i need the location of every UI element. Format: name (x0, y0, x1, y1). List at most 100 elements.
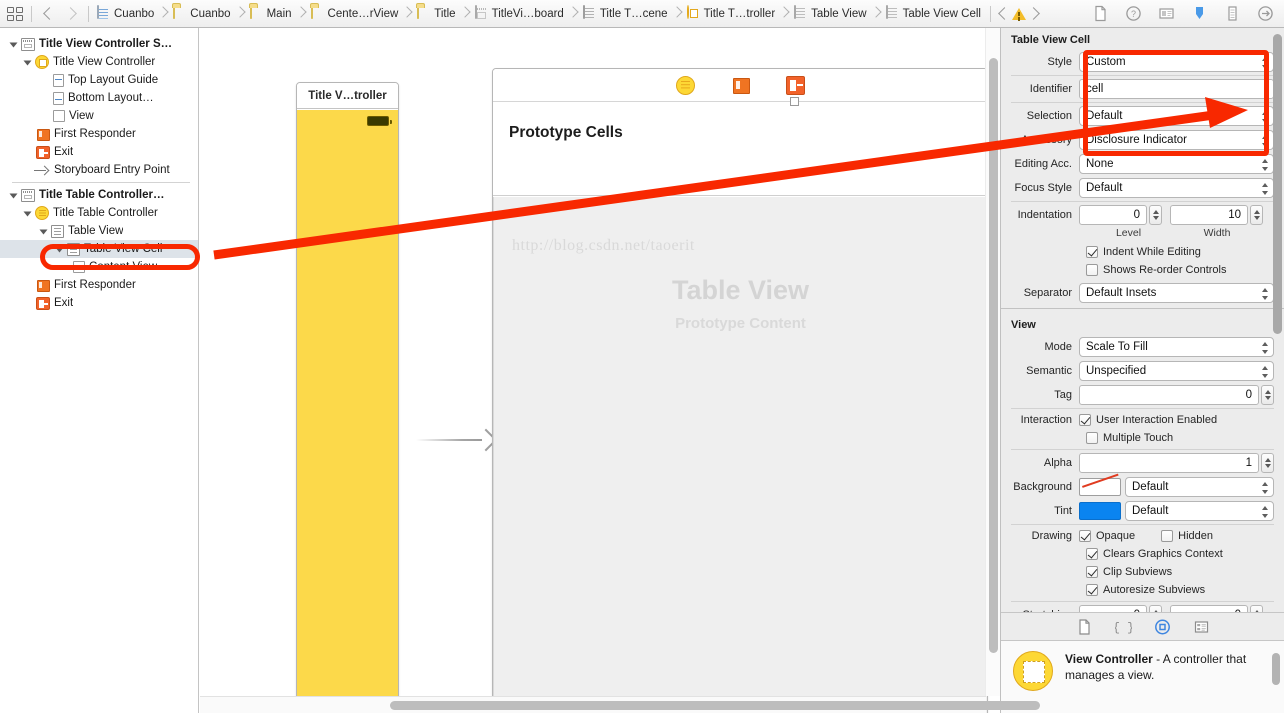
breadcrumb-item-main[interactable]: Main (249, 0, 293, 28)
separator-popup[interactable]: Default Insets (1079, 283, 1274, 303)
breadcrumb-item-table-view-cell[interactable]: Table View Cell (885, 0, 982, 28)
indentation-level-stepper[interactable] (1149, 205, 1162, 225)
tint-color-well[interactable] (1079, 502, 1121, 520)
style-popup[interactable]: Custom (1079, 52, 1274, 72)
selection-popup[interactable]: Default (1079, 106, 1274, 126)
field-alpha[interactable]: Alpha 1 (1001, 452, 1284, 474)
checkbox-shows-reorder-controls[interactable]: Shows Re-order Controls (1001, 261, 1284, 279)
table-view-prototype-content[interactable]: http://blog.csdn.net/taoerit Table View … (493, 197, 987, 713)
checkbox-indent-while-editing[interactable]: Indent While Editing (1001, 243, 1284, 261)
quick-help-icon[interactable]: ? (1125, 5, 1142, 22)
field-editing-accessory[interactable]: Editing Acc. None (1001, 153, 1284, 175)
alpha-stepper[interactable] (1261, 453, 1274, 473)
indentation-width-stepper[interactable] (1250, 205, 1263, 225)
object-library-pane[interactable]: View Controller - A controller that mana… (1001, 640, 1284, 713)
scrollbar-thumb[interactable] (390, 701, 1040, 710)
field-semantic[interactable]: Semantic Unspecified (1001, 360, 1284, 382)
attributes-inspector-icon[interactable] (1191, 5, 1208, 22)
library-scrollbar-thumb[interactable] (1272, 653, 1280, 685)
checkbox-icon[interactable] (1086, 246, 1098, 258)
issue-previous-chevron-icon[interactable] (997, 7, 1012, 20)
field-identifier[interactable]: Identifier cell (1001, 78, 1284, 100)
indentation-level-input[interactable]: 0 (1079, 205, 1147, 225)
forward-chevron-icon[interactable] (60, 7, 81, 20)
breadcrumb-item-title[interactable]: Title (416, 0, 456, 28)
media-library-icon[interactable] (1193, 619, 1210, 634)
prototype-cell[interactable]: Prototype Cells (493, 97, 987, 196)
checkbox-clears-graphics-context[interactable]: Clears Graphics Context (1001, 545, 1284, 563)
checkbox-drawing-opaque[interactable]: Drawing Opaque Hidden (1001, 527, 1284, 545)
view-controller-dock-icon[interactable] (675, 75, 695, 95)
field-selection[interactable]: Selection Default (1001, 105, 1284, 127)
file-template-library-icon[interactable] (1076, 619, 1093, 635)
checkbox-user-interaction-enabled[interactable]: Interaction User Interaction Enabled (1001, 411, 1284, 429)
field-style[interactable]: Style Custom (1001, 51, 1284, 73)
editing-accessory-popup[interactable]: None (1079, 154, 1274, 174)
breadcrumb-item-view-controller[interactable]: Title T…troller (686, 0, 777, 28)
outline-row-view[interactable]: View (0, 107, 198, 125)
checkbox-multiple-touch[interactable]: Multiple Touch (1001, 429, 1284, 447)
field-accessory[interactable]: Accessory Disclosure Indicator (1001, 129, 1284, 151)
checkbox-autoresize-subviews[interactable]: Autoresize Subviews (1001, 581, 1284, 599)
checkbox-icon[interactable] (1086, 264, 1098, 276)
field-background[interactable]: Background Default (1001, 476, 1284, 498)
disclosure-triangle-icon[interactable] (10, 190, 20, 200)
checkbox-icon-hidden[interactable] (1161, 530, 1174, 542)
field-focus-style[interactable]: Focus Style Default (1001, 177, 1284, 199)
breadcrumb-item-scene[interactable]: Title T…cene (582, 0, 669, 28)
scene-screen-area[interactable] (297, 110, 398, 713)
field-separator[interactable]: Separator Default Insets (1001, 282, 1284, 304)
grid-icon[interactable] (7, 6, 24, 21)
exit-dock-icon[interactable] (785, 75, 805, 95)
outline-row-content-view[interactable]: Content View (0, 258, 198, 276)
outline-row-first-responder-1[interactable]: First Responder (0, 125, 198, 143)
code-snippet-library-icon[interactable]: { } (1112, 619, 1134, 635)
connections-inspector-icon[interactable] (1257, 5, 1274, 22)
disclosure-triangle-icon[interactable] (10, 39, 20, 49)
background-color-well[interactable] (1079, 478, 1121, 496)
checkbox-icon[interactable] (1086, 584, 1098, 596)
field-mode[interactable]: Mode Scale To Fill (1001, 336, 1284, 358)
canvas-vertical-scrollbar[interactable] (985, 28, 1000, 696)
identifier-input[interactable]: cell (1079, 79, 1274, 99)
outline-row-table-view[interactable]: Table View (0, 222, 198, 240)
outline-row-top-layout-guide[interactable]: Top Layout Guide (0, 71, 198, 89)
alpha-input[interactable]: 1 (1079, 453, 1259, 473)
scene-title-view-controller[interactable]: Title V…troller (296, 82, 399, 713)
outline-row-exit-1[interactable]: Exit (0, 143, 198, 161)
field-tag[interactable]: Tag 0 (1001, 384, 1284, 406)
identity-inspector-icon[interactable] (1158, 5, 1175, 22)
back-chevron-icon[interactable] (39, 7, 60, 20)
disclosure-triangle-icon[interactable] (24, 208, 34, 218)
first-responder-dock-icon[interactable] (731, 76, 750, 95)
storyboard-canvas[interactable]: Title V…troller Prototype Cells http://b… (200, 28, 1000, 713)
disclosure-triangle-icon[interactable] (56, 244, 66, 254)
outline-row-exit-2[interactable]: Exit (0, 294, 198, 312)
accessory-popup[interactable]: Disclosure Indicator (1079, 130, 1274, 150)
outline-row-title-view-controller[interactable]: Title View Controller (0, 53, 198, 71)
checkbox-icon[interactable] (1086, 566, 1098, 578)
outline-row-bottom-layout-guide[interactable]: Bottom Layout… (0, 89, 198, 107)
issue-next-chevron-icon[interactable] (1026, 7, 1041, 20)
disclosure-triangle-icon[interactable] (24, 57, 34, 67)
size-inspector-icon[interactable] (1224, 5, 1241, 22)
document-outline[interactable]: Title View Controller S… Title View Cont… (0, 28, 199, 713)
outline-row-first-responder-2[interactable]: First Responder (0, 276, 198, 294)
scene-title-table-controller[interactable]: Prototype Cells http://blog.csdn.net/tao… (492, 68, 988, 713)
field-indentation[interactable]: Indentation 0 10 (1001, 204, 1284, 226)
object-library-icon[interactable] (1154, 619, 1171, 635)
background-popup[interactable]: Default (1125, 477, 1274, 497)
checkbox-clip-subviews[interactable]: Clip Subviews (1001, 563, 1284, 581)
scrollbar-thumb[interactable] (989, 58, 998, 653)
breadcrumb-item-project[interactable]: Cuanbo (96, 0, 155, 28)
checkbox-icon[interactable] (1079, 414, 1091, 426)
library-selector-bar[interactable]: { } (1001, 612, 1284, 640)
checkbox-icon[interactable] (1086, 548, 1098, 560)
breadcrumb-item-storyboard[interactable]: TitleVi…board (474, 0, 565, 28)
inspector-scrollbar-thumb[interactable] (1273, 34, 1282, 334)
warning-triangle-icon[interactable] (1011, 7, 1026, 20)
indentation-width-input[interactable]: 10 (1170, 205, 1248, 225)
outline-row-storyboard-entry-point[interactable]: Storyboard Entry Point (0, 161, 198, 179)
breadcrumb-item-table-view[interactable]: Table View (793, 0, 867, 28)
outline-row-title-table-controller-scene[interactable]: Title Table Controller… (0, 186, 198, 204)
